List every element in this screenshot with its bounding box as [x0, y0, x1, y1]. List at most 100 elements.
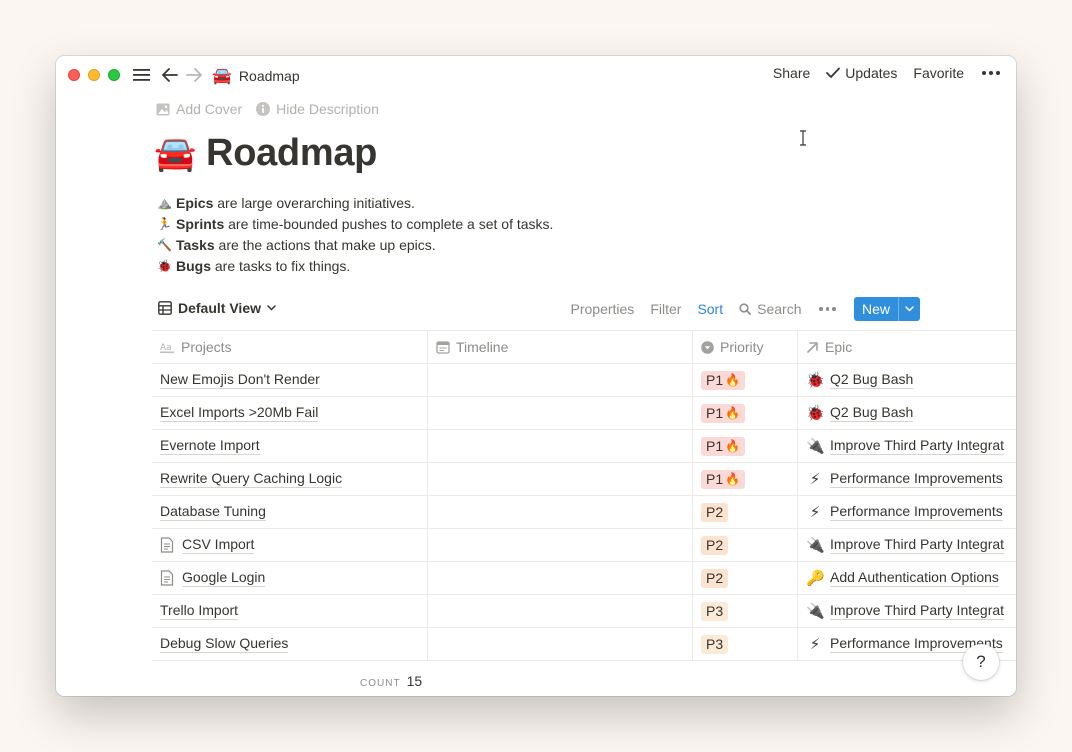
epic-cell[interactable]: ⚡ Performance Improvements — [798, 463, 1016, 495]
project-name[interactable]: New Emojis Don't Render — [160, 371, 320, 389]
new-button[interactable]: New — [854, 297, 898, 321]
timeline-cell[interactable] — [428, 529, 693, 561]
timeline-cell[interactable] — [428, 496, 693, 528]
epic-link[interactable]: Q2 Bug Bash — [830, 371, 914, 389]
epic-cell[interactable]: ⚡ Performance Improvements — [798, 496, 1016, 528]
table-row[interactable]: Database Tuning P2 ⚡ Performance Improve… — [152, 496, 1016, 529]
table-row[interactable]: New Emojis Don't Render P1 🔥 🐞 Q2 Bug Bas… — [152, 364, 1016, 397]
project-name[interactable]: Excel Imports >20Mb Fail — [160, 404, 319, 422]
column-header-epic[interactable]: Epic — [798, 331, 1016, 363]
priority-cell[interactable]: P2 — [693, 562, 798, 594]
priority-cell[interactable]: P2 — [693, 529, 798, 561]
more-options-icon[interactable] — [980, 71, 1002, 75]
project-name[interactable]: Trello Import — [160, 602, 239, 620]
share-button[interactable]: Share — [773, 65, 810, 81]
project-name[interactable]: Evernote Import — [160, 437, 260, 455]
page-description[interactable]: ⛰️ Epics are large overarching initiativ… — [157, 193, 553, 277]
project-name[interactable]: Google Login — [182, 569, 266, 587]
hide-description-button[interactable]: Hide Description — [256, 101, 379, 117]
updates-button[interactable]: Updates — [826, 65, 897, 81]
project-cell[interactable]: Trello Import — [152, 595, 428, 627]
epic-cell[interactable]: 🔌 Improve Third Party Integrat — [798, 430, 1016, 462]
project-name[interactable]: Debug Slow Queries — [160, 635, 289, 653]
maximize-window-button[interactable] — [108, 69, 120, 81]
sort-button[interactable]: Sort — [697, 301, 723, 317]
table-row[interactable]: CSV Import P2 🔌 Improve Third Party Inte… — [152, 529, 1016, 562]
epic-cell[interactable]: 🔌 Improve Third Party Integrat — [798, 595, 1016, 627]
view-more-icon[interactable] — [817, 307, 838, 311]
page-actions: Add Cover Hide Description — [156, 101, 379, 117]
epic-cell[interactable]: 🐞 Q2 Bug Bash — [798, 397, 1016, 429]
priority-cell[interactable]: P3 — [693, 595, 798, 627]
add-cover-button[interactable]: Add Cover — [156, 101, 242, 117]
view-name: Default View — [178, 300, 261, 316]
epic-link[interactable]: Improve Third Party Integrat — [830, 437, 1005, 455]
column-header-timeline[interactable]: Timeline — [428, 331, 693, 363]
forward-arrow-icon[interactable] — [185, 65, 203, 85]
app-window: 🚘 Roadmap Share Updates Favorite Add Cov… — [56, 56, 1016, 696]
priority-tag: P3 — [701, 601, 729, 621]
epic-link[interactable]: Improve Third Party Integrat — [830, 536, 1005, 554]
priority-cell[interactable]: P1 🔥 — [693, 397, 798, 429]
project-name[interactable]: Rewrite Query Caching Logic — [160, 470, 343, 488]
help-button[interactable]: ? — [963, 644, 999, 680]
sidebar-menu-icon[interactable] — [132, 65, 150, 85]
column-header-priority[interactable]: Priority — [693, 331, 798, 363]
project-cell[interactable]: Database Tuning — [152, 496, 428, 528]
timeline-cell[interactable] — [428, 628, 693, 660]
page-title[interactable]: 🚘 Roadmap — [154, 132, 377, 175]
epic-link[interactable]: Improve Third Party Integrat — [830, 602, 1005, 620]
favorite-button[interactable]: Favorite — [913, 65, 964, 81]
epic-cell[interactable]: 🔑 Add Authentication Options — [798, 562, 1016, 594]
epic-link[interactable]: Add Authentication Options — [830, 569, 999, 587]
priority-cell[interactable]: P2 — [693, 496, 798, 528]
timeline-cell[interactable] — [428, 397, 693, 429]
car-icon[interactable]: 🚘 — [154, 134, 196, 174]
filter-button[interactable]: Filter — [650, 301, 681, 317]
project-cell[interactable]: Evernote Import — [152, 430, 428, 462]
new-dropdown-button[interactable] — [898, 297, 920, 321]
priority-cell[interactable]: P3 — [693, 628, 798, 660]
epic-link[interactable]: Performance Improvements — [830, 503, 1003, 521]
project-name[interactable]: Database Tuning — [160, 503, 266, 521]
epic-icon: 🔌 — [806, 438, 825, 455]
search-button[interactable]: Search — [739, 301, 801, 317]
table-row[interactable]: Debug Slow Queries P3 ⚡ Performance Impr… — [152, 628, 1016, 661]
breadcrumb[interactable]: 🚘 Roadmap — [212, 66, 300, 86]
properties-button[interactable]: Properties — [571, 301, 635, 317]
table-row[interactable]: Trello Import P3 🔌 Improve Third Party I… — [152, 595, 1016, 628]
project-cell[interactable]: New Emojis Don't Render — [152, 364, 428, 396]
description-term: Epics — [176, 195, 214, 211]
timeline-cell[interactable] — [428, 463, 693, 495]
back-arrow-icon[interactable] — [161, 65, 179, 85]
document-icon — [160, 570, 174, 586]
epic-cell[interactable]: 🔌 Improve Third Party Integrat — [798, 529, 1016, 561]
priority-tag: P1 🔥 — [701, 469, 746, 489]
timeline-cell[interactable] — [428, 562, 693, 594]
table-row[interactable]: Google Login P2 🔑 Add Authentication Opt… — [152, 562, 1016, 595]
project-cell[interactable]: Google Login — [152, 562, 428, 594]
table-row[interactable]: Rewrite Query Caching Logic P1 🔥 ⚡ Perfor… — [152, 463, 1016, 496]
epic-link[interactable]: Q2 Bug Bash — [830, 404, 914, 422]
epic-link[interactable]: Performance Improvements — [830, 470, 1003, 488]
priority-label: P3 — [706, 636, 724, 652]
column-header-projects[interactable]: Aa Projects — [152, 331, 428, 363]
project-cell[interactable]: CSV Import — [152, 529, 428, 561]
minimize-window-button[interactable] — [88, 69, 100, 81]
epic-cell[interactable]: 🐞 Q2 Bug Bash — [798, 364, 1016, 396]
timeline-cell[interactable] — [428, 430, 693, 462]
project-name[interactable]: CSV Import — [182, 536, 255, 554]
project-cell[interactable]: Debug Slow Queries — [152, 628, 428, 660]
project-cell[interactable]: Rewrite Query Caching Logic — [152, 463, 428, 495]
timeline-cell[interactable] — [428, 595, 693, 627]
table-row[interactable]: Excel Imports >20Mb Fail P1 🔥 🐞 Q2 Bug Ba… — [152, 397, 1016, 430]
project-cell[interactable]: Excel Imports >20Mb Fail — [152, 397, 428, 429]
description-term: Bugs — [176, 258, 211, 274]
view-selector[interactable]: Default View — [158, 300, 276, 316]
timeline-cell[interactable] — [428, 364, 693, 396]
priority-cell[interactable]: P1 🔥 — [693, 364, 798, 396]
table-row[interactable]: Evernote Import P1 🔥 🔌 Improve Third Part… — [152, 430, 1016, 463]
close-window-button[interactable] — [68, 69, 80, 81]
priority-cell[interactable]: P1 🔥 — [693, 463, 798, 495]
priority-cell[interactable]: P1 🔥 — [693, 430, 798, 462]
